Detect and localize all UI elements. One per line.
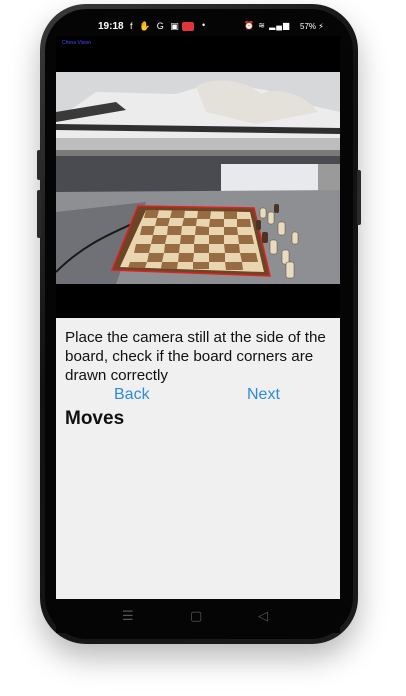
wifi-icon: ≋ bbox=[258, 21, 266, 30]
back-nav-icon[interactable]: ◁ bbox=[258, 608, 268, 624]
teams-icon: ▣ bbox=[170, 21, 181, 31]
system-nav-bar: ☰ ▢ ◁ bbox=[56, 599, 340, 633]
google-icon: G bbox=[156, 21, 166, 31]
camera-scene bbox=[56, 72, 340, 284]
app-screen: Chess Vision Place the camera still at t… bbox=[56, 36, 340, 599]
more-notifications-dot: • bbox=[202, 20, 206, 30]
volume-down-key bbox=[37, 190, 41, 238]
back-button[interactable]: Back bbox=[114, 386, 150, 404]
rec-badge-icon bbox=[182, 22, 194, 31]
moves-heading: Moves bbox=[65, 408, 125, 429]
home-icon[interactable]: ▢ bbox=[190, 608, 202, 624]
signal-icon: ▂▄▆ bbox=[269, 21, 291, 30]
volume-up-key bbox=[37, 150, 41, 180]
instruction-text: Place the camera still at the side of th… bbox=[65, 329, 326, 384]
recent-apps-icon[interactable]: ☰ bbox=[122, 608, 134, 624]
charging-icon: ⚡ bbox=[318, 22, 324, 31]
app-label: Chess Vision bbox=[62, 40, 92, 46]
hand-icon: ✋ bbox=[139, 21, 153, 31]
next-button[interactable]: Next bbox=[247, 386, 280, 404]
facebook-icon: f bbox=[130, 21, 135, 31]
notification-icons: f ✋ G ▣ bbox=[130, 21, 181, 32]
camera-preview bbox=[56, 72, 340, 284]
preview-bottom-strip bbox=[56, 284, 340, 318]
battery-level: 57% ⚡ bbox=[300, 22, 324, 31]
alarm-icon: ⏰ bbox=[244, 21, 255, 30]
status-time: 19:18 bbox=[98, 21, 124, 32]
system-icons: ⏰ ≋ ▂▄▆ bbox=[244, 21, 290, 30]
power-key bbox=[357, 170, 361, 225]
preview-top-strip: Chess Vision bbox=[56, 36, 340, 72]
